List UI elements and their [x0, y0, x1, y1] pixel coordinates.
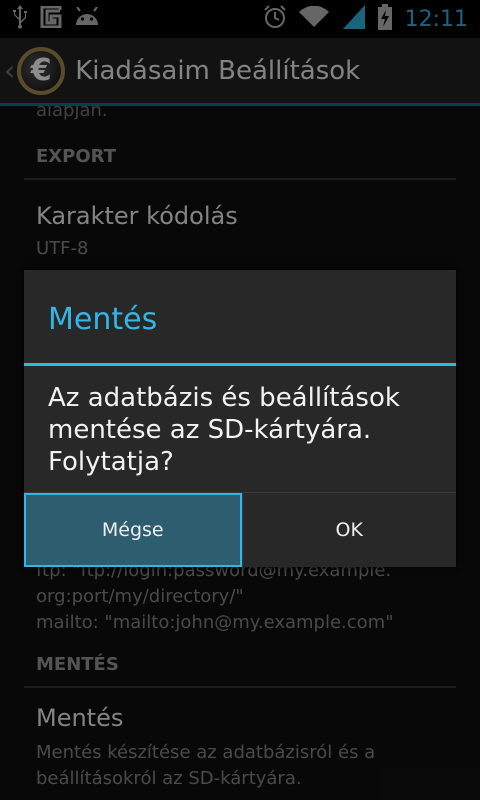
dialog-button-bar: Mégse OK — [24, 492, 456, 567]
message-line: mentése az SD-kártyára. — [48, 415, 372, 445]
ok-button[interactable]: OK — [241, 493, 457, 567]
message-line: Folytatja? — [48, 447, 174, 477]
backup-dialog: Mentés Az adatbázis és beállítások menté… — [24, 270, 456, 567]
message-line: Az adatbázis és beállítások — [48, 383, 400, 413]
dialog-message: Az adatbázis és beállítások mentése az S… — [24, 366, 456, 494]
dialog-title: Mentés — [24, 270, 456, 366]
cancel-button[interactable]: Mégse — [24, 493, 242, 567]
